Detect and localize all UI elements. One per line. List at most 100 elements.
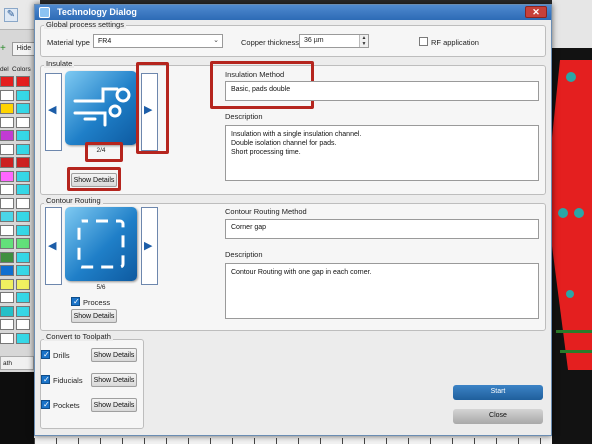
color-swatch[interactable] [0,251,14,263]
description-line: Short processing time. [231,149,301,156]
pockets-show-details-button[interactable]: Show Details [91,398,137,412]
left-canvas-area [0,372,34,444]
contour-prev-arrow-icon[interactable]: ◀ [48,241,56,252]
bottom-tab[interactable]: ath [0,356,34,370]
color-swatch[interactable] [16,143,30,155]
color-swatch[interactable] [16,170,30,182]
technology-dialog: Technology Dialog ✕ Global process setti… [34,4,552,436]
pcb-trace [560,350,592,353]
color-swatch[interactable] [16,224,30,236]
color-swatch[interactable] [16,103,30,114]
contour-description-field: Contour Routing with one gap in each cor… [225,263,539,319]
color-swatch[interactable] [0,157,14,168]
contour-routing-label: Contour Routing [44,196,103,205]
color-swatch[interactable] [16,157,30,168]
pcb-pad [566,290,574,298]
color-swatch[interactable] [0,265,14,276]
insulation-method-field[interactable]: Basic, pads double [225,81,539,101]
app-icon [39,7,50,18]
color-swatch[interactable] [16,238,30,249]
dialog-title: Technology Dialog [57,7,137,17]
copper-thickness-value: 36 µm [304,37,324,44]
material-type-label: Material type [47,38,90,47]
drills-show-details-button[interactable]: Show Details [91,348,137,362]
color-swatch[interactable] [0,197,14,209]
contour-description-label: Description [225,250,263,259]
toolpath-label: Convert to Toolpath [44,332,113,341]
color-swatch[interactable] [0,211,14,222]
color-swatch[interactable] [0,305,14,317]
color-swatch[interactable] [16,292,30,303]
drills-checkbox[interactable] [41,350,50,359]
contour-counter: 5/6 [96,284,106,291]
copper-thickness-stepper[interactable]: 36 µm ▲ ▼ [299,34,369,48]
hide-button[interactable]: Hide [12,42,36,56]
pcb-trace [556,330,592,333]
color-swatch[interactable] [16,130,30,141]
pockets-checkbox[interactable] [41,400,50,409]
process-checkbox[interactable] [71,297,80,306]
fiducials-show-details-button[interactable]: Show Details [91,373,137,387]
color-swatch[interactable] [16,184,30,195]
color-swatch[interactable] [0,143,14,155]
insulation-method-label: Insulation Method [225,70,285,79]
color-swatch[interactable] [16,265,30,276]
colors-column-header: Colors [12,66,31,73]
color-swatch[interactable] [16,278,30,290]
color-swatch[interactable] [0,89,14,101]
pcb-pad [558,208,568,218]
add-icon[interactable]: + [0,44,10,54]
color-swatch[interactable] [0,278,14,290]
color-swatch[interactable] [0,319,14,330]
ruler [34,438,552,444]
color-swatch[interactable] [0,103,14,114]
color-swatch[interactable] [16,251,30,263]
rf-application-checkbox[interactable] [419,37,428,46]
color-swatch[interactable] [0,224,14,236]
insulate-prev-arrow-icon[interactable]: ◀ [48,105,56,116]
toolbar-pen-icon[interactable]: ✎ [4,8,18,22]
dialog-titlebar[interactable]: Technology Dialog ✕ [35,5,551,20]
color-swatch[interactable] [16,116,30,128]
color-swatch[interactable] [16,211,30,222]
insulate-description-field: Insulation with a single insulation chan… [225,125,539,181]
color-swatch[interactable] [0,184,14,195]
color-swatch[interactable] [16,319,30,330]
insulate-method-image [65,71,137,145]
pcb-trace-icon [73,87,131,127]
color-swatch[interactable] [16,89,30,101]
rf-application-label: RF application [431,38,479,47]
close-button[interactable]: Close [453,409,543,424]
drills-label: Drills [53,351,70,360]
global-settings-label: Global process settings [44,20,126,29]
pockets-label: Pockets [53,401,80,410]
process-label: Process [83,298,111,307]
color-swatch[interactable] [16,76,30,87]
color-swatch[interactable] [0,116,14,128]
chevron-down-icon[interactable]: ⌄ [213,36,219,44]
color-swatch[interactable] [16,332,30,344]
fiducials-checkbox[interactable] [41,375,50,384]
material-type-select[interactable]: FR4 ⌄ [93,34,223,48]
color-swatch[interactable] [0,76,14,87]
fiducials-label: Fiducials [53,376,83,385]
stepper-buttons[interactable]: ▲ ▼ [359,35,368,47]
contour-show-details-button[interactable]: Show Details [71,309,117,323]
insulate-description-label: Description [225,112,263,121]
close-icon[interactable]: ✕ [525,6,547,18]
stepper-down-icon[interactable]: ▼ [360,41,368,47]
color-swatch[interactable] [0,332,14,344]
color-swatch[interactable] [16,305,30,317]
highlight-next-arrow [136,62,169,154]
contour-method-image [65,207,137,281]
color-swatch[interactable] [0,170,14,182]
description-line: Double isolation channel for pads. [231,140,337,147]
contour-method-field[interactable]: Corner gap [225,219,539,239]
color-swatch[interactable] [0,130,14,141]
start-button[interactable]: Start [453,385,543,400]
contour-next-arrow-icon[interactable]: ▶ [144,241,152,252]
color-swatch[interactable] [16,197,30,209]
color-swatch[interactable] [0,238,14,249]
highlight-show-details [67,167,121,191]
color-swatch[interactable] [0,292,14,303]
